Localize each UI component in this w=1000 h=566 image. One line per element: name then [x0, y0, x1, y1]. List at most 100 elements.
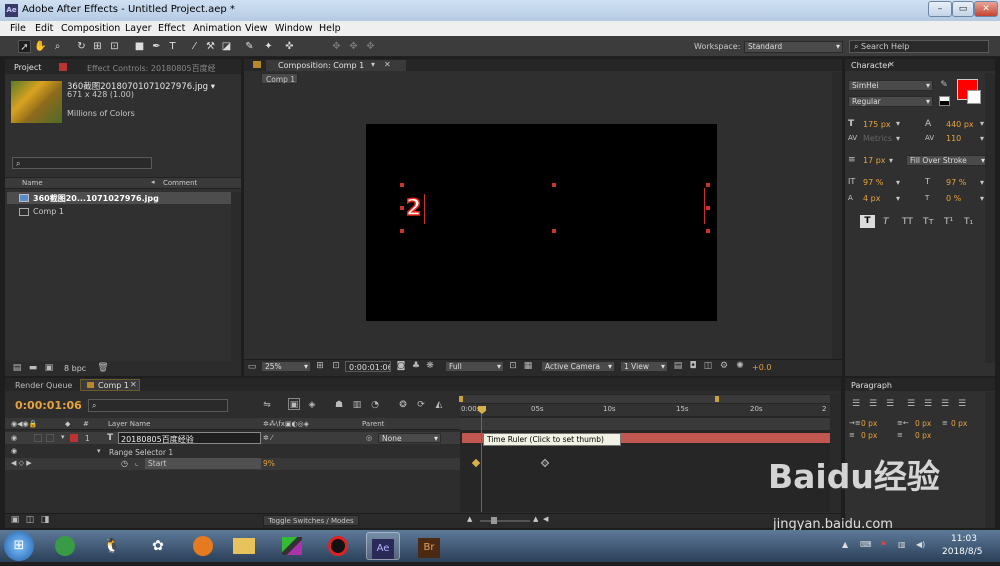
stopwatch-icon[interactable]: ◷	[121, 459, 128, 468]
horizontal-scale-chevron-icon[interactable]: ▾	[980, 178, 984, 187]
search-help-field[interactable]: ⌕ Search Help	[849, 40, 989, 53]
font-size-value[interactable]: 175 px	[863, 120, 891, 129]
baseline-shift-value[interactable]: 4 px	[863, 194, 880, 203]
zoom-in-icon[interactable]: ▲	[533, 515, 538, 523]
subscript-button[interactable]: T₁	[964, 217, 973, 227]
leading-value[interactable]: 440 px	[946, 120, 974, 129]
keyframe-navigator-icon[interactable]: ◀ ◇ ▶	[11, 459, 32, 467]
project-search-input[interactable]: ⌕	[12, 157, 152, 169]
tsume-value[interactable]: 0 %	[946, 194, 961, 203]
work-area-start-handle[interactable]	[459, 396, 463, 402]
range-selector-label[interactable]: Range Selector 1	[109, 448, 173, 457]
stroke-width-value[interactable]: 17 px	[863, 156, 886, 165]
taskbar-media-icon[interactable]: ✿	[141, 532, 175, 560]
stroke-width-chevron-icon[interactable]: ▾	[889, 156, 893, 165]
tsume-chevron-icon[interactable]: ▾	[980, 194, 984, 203]
align-left-icon[interactable]: ☰	[850, 398, 862, 410]
motion-blur-icon[interactable]: ◔	[369, 399, 381, 411]
justify-right-icon[interactable]: ☰	[939, 398, 951, 410]
pan-behind-tool-icon[interactable]: ⊡	[108, 40, 121, 53]
space-after-value[interactable]: 0 px	[915, 431, 931, 440]
small-caps-button[interactable]: Tт	[923, 217, 934, 227]
brush-tool-icon[interactable]: ⁄	[188, 40, 201, 53]
camera-tool-icon[interactable]: ⊞	[91, 40, 104, 53]
expand-layer-switches-icon[interactable]: ▣	[9, 514, 21, 526]
rectangle-tool-icon[interactable]: ■	[133, 40, 146, 53]
eraser-tool-icon[interactable]: ◪	[220, 40, 233, 53]
tab-composition[interactable]: Composition: Comp 1	[278, 61, 364, 70]
puppet-tool-icon[interactable]: ✦	[262, 40, 275, 53]
transform-handle[interactable]	[706, 206, 710, 210]
tracking-value[interactable]: 110	[946, 134, 961, 143]
transparency-grid-icon[interactable]: ▦	[522, 360, 534, 372]
all-caps-button[interactable]: TT	[902, 217, 913, 227]
color-swap-icon[interactable]	[939, 96, 950, 106]
close-tab-icon[interactable]: ✕	[130, 380, 137, 389]
pen-tool-icon[interactable]: ✒	[150, 40, 163, 53]
resolution-dropdown[interactable]: Full	[445, 361, 504, 372]
visibility-eye-icon[interactable]: ◉	[11, 434, 17, 442]
start-button-icon[interactable]: ⊞	[4, 531, 34, 561]
taskbar-green-app-icon[interactable]	[275, 532, 309, 560]
tab-effect-controls[interactable]: Effect Controls: 20180805百度经验	[87, 63, 215, 74]
axis-local-icon[interactable]: ✥	[330, 40, 343, 53]
fast-previews-icon[interactable]: ◘	[687, 360, 699, 372]
first-line-indent-value[interactable]: 0 px	[951, 419, 967, 428]
layer-name[interactable]: 20180805百度经验	[121, 434, 194, 445]
justify-center-icon[interactable]: ☰	[922, 398, 934, 410]
lock-icon[interactable]	[46, 434, 54, 442]
comp-mini-flowchart-icon[interactable]: ⇋	[261, 399, 273, 411]
menu-window[interactable]: Window	[275, 23, 312, 34]
sort-chevron-icon[interactable]: ◂	[151, 178, 155, 186]
align-right-icon[interactable]: ☰	[884, 398, 896, 410]
layer-switches-icon[interactable]: ✲ ⁄	[263, 434, 272, 442]
faux-bold-button[interactable]: T	[860, 215, 875, 228]
taskbar-bridge-icon[interactable]: Br	[412, 532, 446, 560]
auto-keyframe-icon[interactable]: ⟳	[415, 399, 427, 411]
toggle-switches-modes-button[interactable]: Toggle Switches / Modes	[263, 515, 359, 526]
clone-stamp-tool-icon[interactable]: ⚒	[204, 40, 217, 53]
live-update-icon[interactable]: ▣	[288, 398, 300, 410]
tray-flag-icon[interactable]: ⚑	[880, 540, 887, 549]
frame-blending-icon[interactable]: ▥	[351, 399, 363, 411]
comp-scrollbar[interactable]	[832, 72, 842, 362]
workspace-dropdown[interactable]: Standard	[744, 41, 843, 53]
tab-project[interactable]: Project	[14, 63, 41, 72]
timeline-timecode[interactable]: 0:00:01:06	[15, 399, 82, 412]
roto-brush-tool-icon[interactable]: ✎	[243, 40, 256, 53]
project-scrollbar[interactable]	[231, 192, 241, 362]
expand-transfer-controls-icon[interactable]: ◫	[24, 514, 36, 526]
zoom-tool-icon[interactable]: ⌕	[51, 40, 64, 53]
transform-handle[interactable]	[400, 183, 404, 187]
close-tab-icon[interactable]: ✕	[384, 60, 391, 69]
bpc-indicator[interactable]: 8 bpc	[64, 364, 86, 373]
baseline-shift-chevron-icon[interactable]: ▾	[896, 194, 900, 203]
camera-dropdown[interactable]: Active Camera	[541, 361, 615, 372]
axis-view-icon[interactable]: ✥	[364, 40, 377, 53]
tab-render-queue[interactable]: Render Queue	[15, 381, 72, 390]
show-snapshot-icon[interactable]: ♣	[410, 360, 422, 372]
work-area-end-handle[interactable]	[715, 396, 719, 402]
parent-pickwhip-icon[interactable]: ◎	[366, 434, 372, 442]
timeline-zoom-thumb[interactable]	[491, 517, 497, 524]
puppet-pin-icon[interactable]: ✜	[283, 40, 296, 53]
menu-animation[interactable]: Animation	[193, 23, 241, 34]
draft-3d-icon[interactable]: ◈	[306, 399, 318, 411]
new-comp-icon[interactable]: ▣	[43, 362, 55, 374]
current-time-indicator[interactable]	[481, 406, 482, 512]
column-comment[interactable]: Comment	[163, 179, 197, 187]
scroll-left-icon[interactable]: ◀	[543, 515, 548, 523]
flowchart-icon[interactable]: ⚙	[718, 360, 730, 372]
maximize-button[interactable]: ▭	[952, 1, 974, 17]
taskbar-clock-time[interactable]: 11:03	[951, 534, 977, 544]
menu-composition[interactable]: Composition	[61, 23, 120, 34]
transform-handle[interactable]	[706, 183, 710, 187]
text-layer[interactable]: 2	[405, 195, 422, 222]
expand-chevron-icon[interactable]: ▾	[61, 433, 65, 441]
transform-handle[interactable]	[552, 229, 556, 233]
menu-edit[interactable]: Edit	[35, 23, 53, 34]
composition-lock-icon[interactable]	[253, 61, 261, 68]
exposure-value[interactable]: +0.0	[752, 363, 771, 372]
toggle-pixel-aspect-icon[interactable]: ▤	[672, 360, 684, 372]
kerning-value[interactable]: Metrics	[863, 134, 892, 143]
